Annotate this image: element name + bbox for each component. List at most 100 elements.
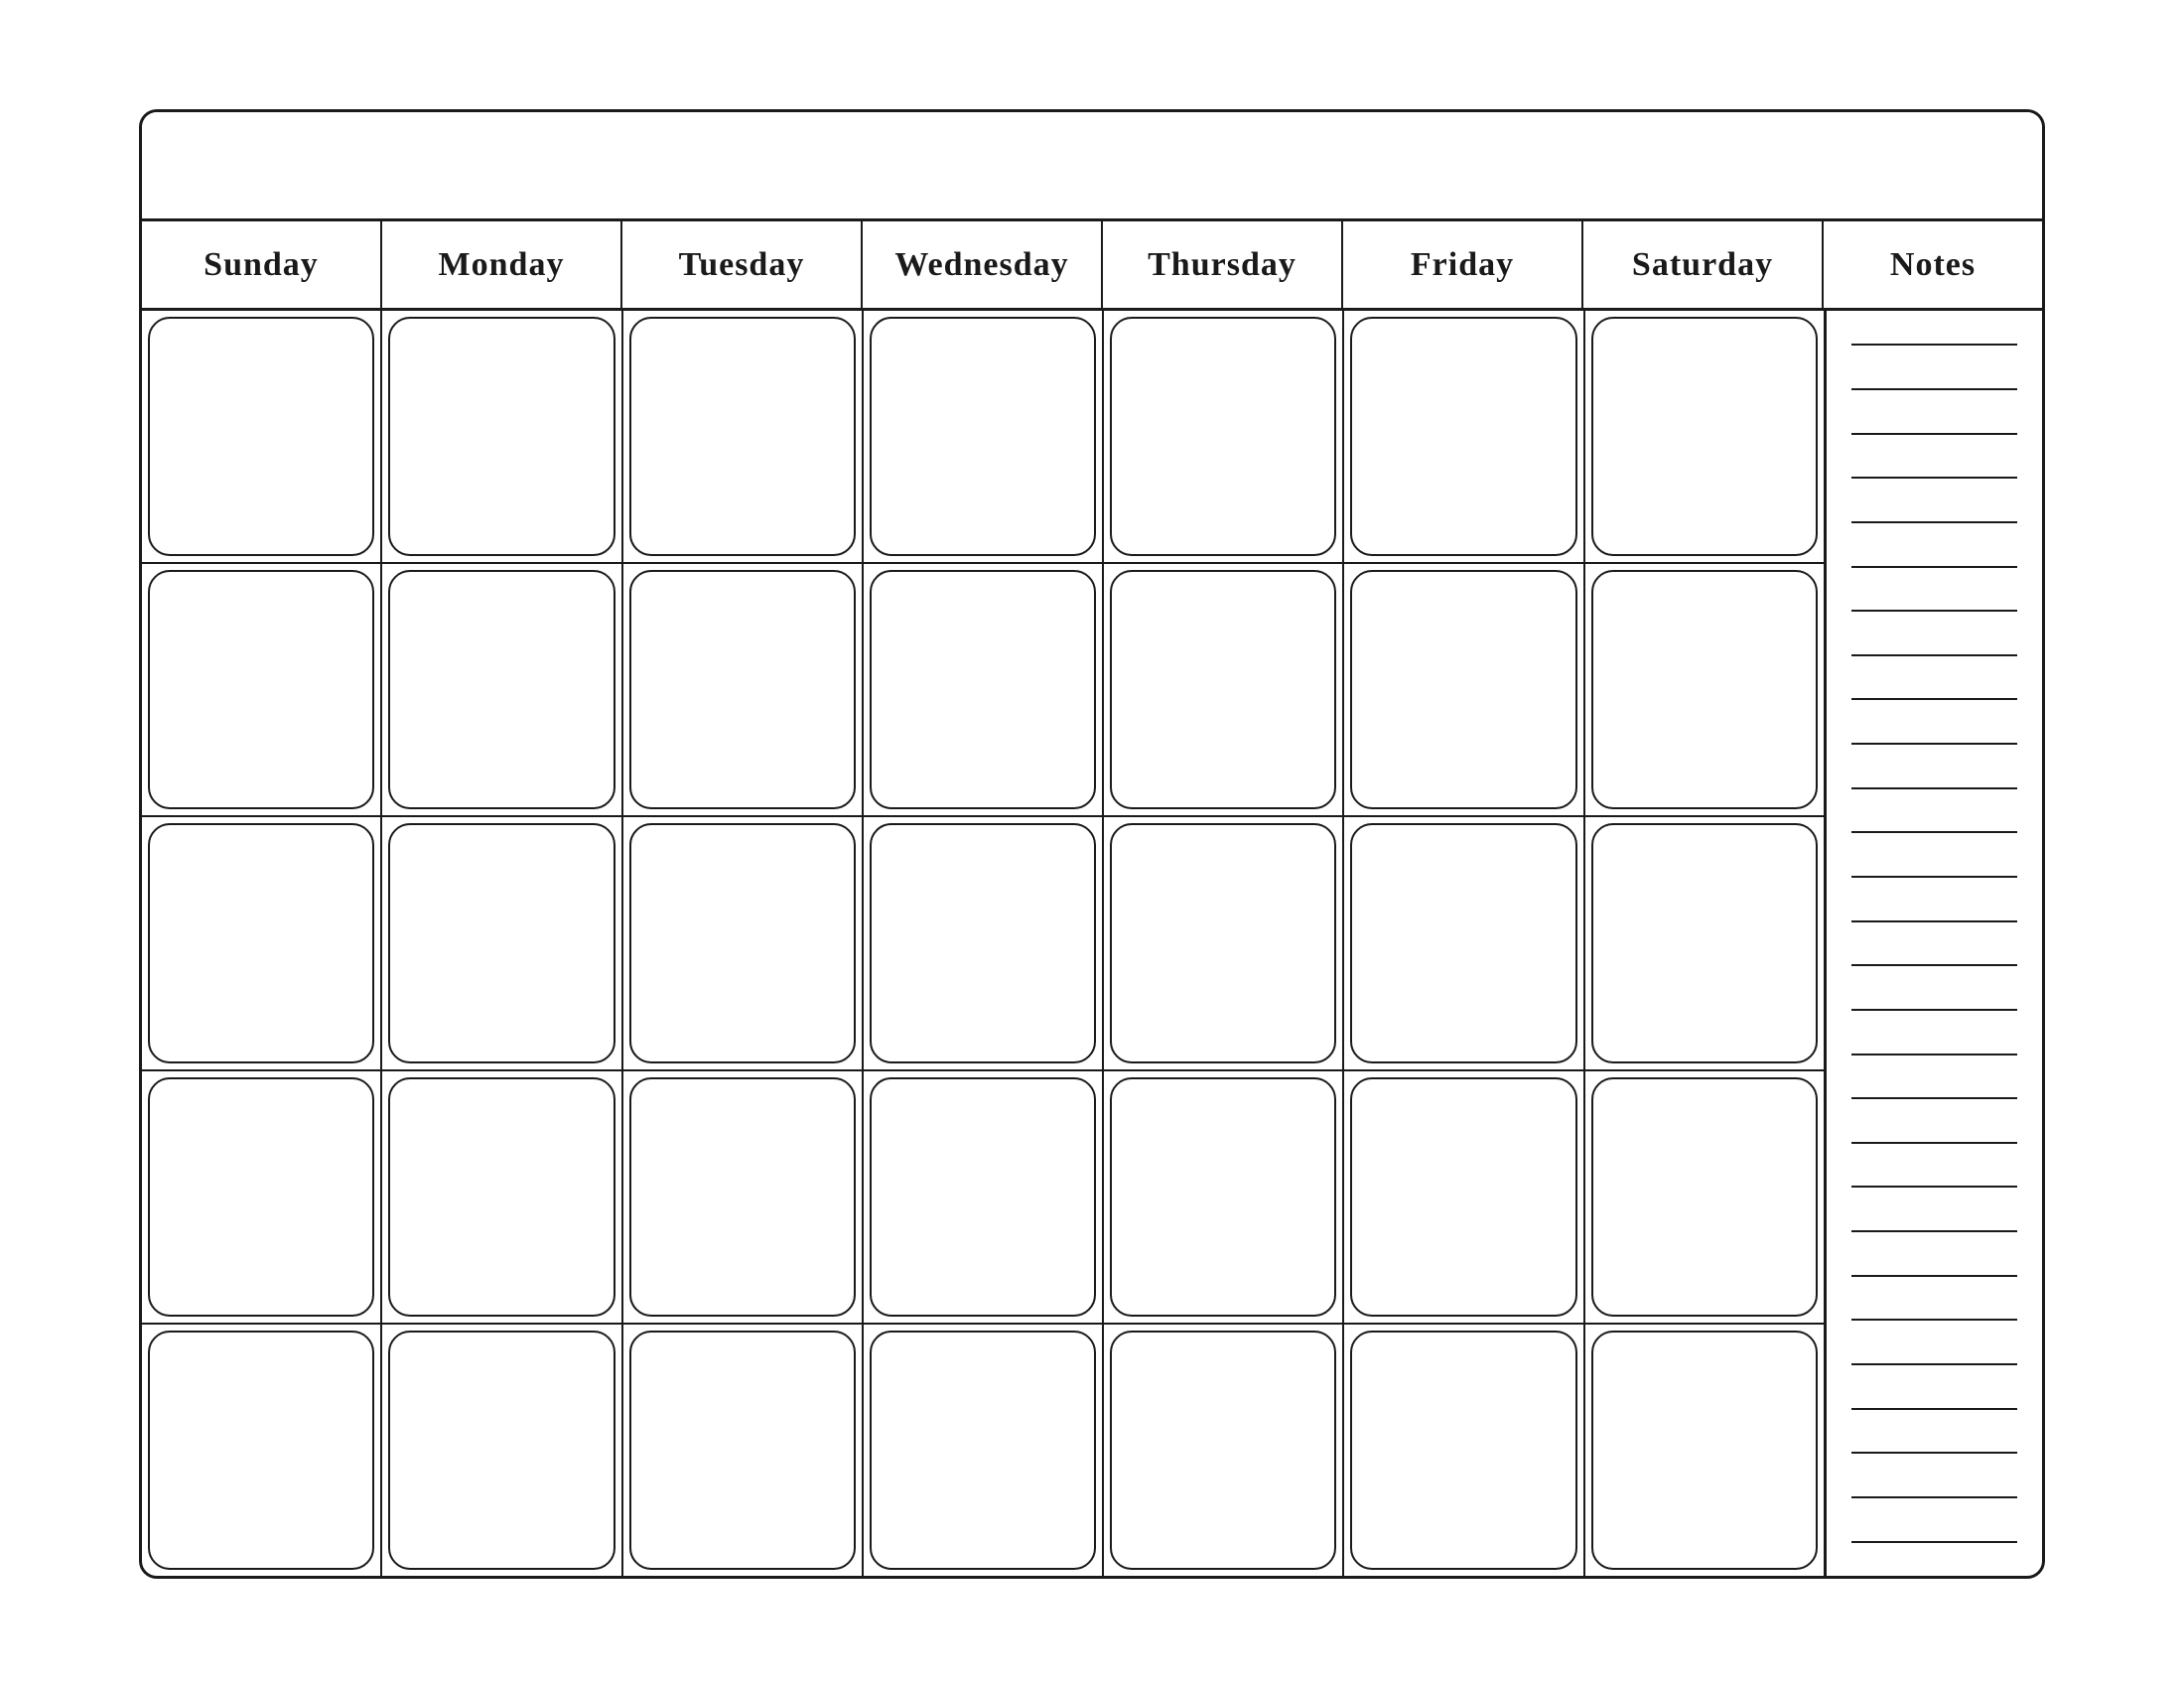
note-line bbox=[1851, 521, 2017, 523]
note-line bbox=[1851, 876, 2017, 878]
day-cell-inner bbox=[1110, 317, 1336, 556]
note-line bbox=[1851, 1408, 2017, 1410]
day-cell[interactable] bbox=[1344, 564, 1584, 815]
day-cell[interactable] bbox=[623, 817, 864, 1068]
day-cell-inner bbox=[629, 1331, 856, 1570]
week-row-5 bbox=[142, 1325, 1824, 1576]
day-cell-inner bbox=[148, 1077, 374, 1317]
header-monday: Monday bbox=[382, 221, 622, 308]
day-cell[interactable] bbox=[142, 817, 382, 1068]
header-row: Sunday Monday Tuesday Wednesday Thursday… bbox=[142, 221, 2042, 311]
header-notes: Notes bbox=[1824, 221, 2042, 308]
day-cell-inner bbox=[1591, 570, 1818, 809]
days-grid bbox=[142, 311, 1824, 1576]
day-cell-inner bbox=[388, 570, 614, 809]
day-cell-inner bbox=[1350, 570, 1576, 809]
day-cell[interactable] bbox=[1104, 1071, 1344, 1323]
day-cell[interactable] bbox=[1104, 311, 1344, 562]
day-cell[interactable] bbox=[623, 1325, 864, 1576]
day-cell[interactable] bbox=[382, 1071, 622, 1323]
week-row-4 bbox=[142, 1071, 1824, 1325]
day-cell-inner bbox=[629, 570, 856, 809]
day-cell[interactable] bbox=[623, 564, 864, 815]
day-cell[interactable] bbox=[623, 311, 864, 562]
day-cell[interactable] bbox=[1104, 1325, 1344, 1576]
day-cell[interactable] bbox=[1344, 1071, 1584, 1323]
day-cell-inner bbox=[870, 570, 1096, 809]
day-cell[interactable] bbox=[1585, 1071, 1824, 1323]
day-cell-inner bbox=[870, 1331, 1096, 1570]
calendar-wrapper: Sunday Monday Tuesday Wednesday Thursday… bbox=[99, 70, 2085, 1618]
day-cell[interactable] bbox=[1585, 311, 1824, 562]
day-cell[interactable] bbox=[1104, 564, 1344, 815]
day-cell-inner bbox=[148, 823, 374, 1062]
day-cell-inner bbox=[1110, 823, 1336, 1062]
day-cell[interactable] bbox=[1585, 817, 1824, 1068]
note-line bbox=[1851, 920, 2017, 922]
day-cell[interactable] bbox=[142, 564, 382, 815]
day-cell-inner bbox=[1350, 823, 1576, 1062]
day-cell[interactable] bbox=[1585, 564, 1824, 815]
day-cell[interactable] bbox=[864, 311, 1104, 562]
note-line bbox=[1851, 964, 2017, 966]
calendar-container: Sunday Monday Tuesday Wednesday Thursday… bbox=[139, 109, 2045, 1579]
day-cell[interactable] bbox=[864, 1071, 1104, 1323]
day-cell[interactable] bbox=[142, 1071, 382, 1323]
note-line bbox=[1851, 831, 2017, 833]
note-line bbox=[1851, 477, 2017, 479]
note-line bbox=[1851, 787, 2017, 789]
week-row-3 bbox=[142, 817, 1824, 1070]
day-cell-inner bbox=[148, 570, 374, 809]
day-cell-inner bbox=[1110, 1077, 1336, 1317]
day-cell[interactable] bbox=[142, 1325, 382, 1576]
day-cell[interactable] bbox=[1344, 311, 1584, 562]
note-line bbox=[1851, 1363, 2017, 1365]
note-line bbox=[1851, 743, 2017, 745]
day-cell-inner bbox=[1350, 317, 1576, 556]
note-line bbox=[1851, 1230, 2017, 1232]
header-wednesday: Wednesday bbox=[863, 221, 1103, 308]
note-line bbox=[1851, 388, 2017, 390]
note-line bbox=[1851, 344, 2017, 346]
note-line bbox=[1851, 1186, 2017, 1188]
header-saturday: Saturday bbox=[1583, 221, 1824, 308]
notes-section[interactable] bbox=[1824, 311, 2042, 1576]
header-thursday: Thursday bbox=[1103, 221, 1343, 308]
day-cell-inner bbox=[388, 823, 614, 1062]
note-line bbox=[1851, 1275, 2017, 1277]
day-cell-inner bbox=[870, 317, 1096, 556]
calendar-body bbox=[142, 311, 2042, 1576]
day-cell[interactable] bbox=[382, 817, 622, 1068]
day-cell-inner bbox=[1591, 823, 1818, 1062]
day-cell-inner bbox=[388, 1331, 614, 1570]
day-cell[interactable] bbox=[382, 564, 622, 815]
day-cell[interactable] bbox=[1344, 817, 1584, 1068]
day-cell-inner bbox=[148, 1331, 374, 1570]
day-cell[interactable] bbox=[382, 311, 622, 562]
header-sunday: Sunday bbox=[142, 221, 382, 308]
day-cell-inner bbox=[1591, 317, 1818, 556]
note-line bbox=[1851, 1496, 2017, 1498]
day-cell[interactable] bbox=[864, 564, 1104, 815]
day-cell[interactable] bbox=[382, 1325, 622, 1576]
day-cell-inner bbox=[388, 317, 614, 556]
day-cell[interactable] bbox=[142, 311, 382, 562]
week-row-1 bbox=[142, 311, 1824, 564]
note-line bbox=[1851, 610, 2017, 612]
day-cell[interactable] bbox=[864, 817, 1104, 1068]
day-cell-inner bbox=[1350, 1331, 1576, 1570]
day-cell[interactable] bbox=[864, 1325, 1104, 1576]
day-cell[interactable] bbox=[1585, 1325, 1824, 1576]
day-cell-inner bbox=[629, 823, 856, 1062]
note-line bbox=[1851, 1054, 2017, 1055]
title-bar[interactable] bbox=[142, 112, 2042, 221]
day-cell-inner bbox=[1350, 1077, 1576, 1317]
day-cell[interactable] bbox=[1344, 1325, 1584, 1576]
note-line bbox=[1851, 698, 2017, 700]
day-cell[interactable] bbox=[623, 1071, 864, 1323]
note-line bbox=[1851, 1319, 2017, 1321]
note-line bbox=[1851, 654, 2017, 656]
day-cell[interactable] bbox=[1104, 817, 1344, 1068]
day-cell-inner bbox=[148, 317, 374, 556]
header-tuesday: Tuesday bbox=[622, 221, 863, 308]
